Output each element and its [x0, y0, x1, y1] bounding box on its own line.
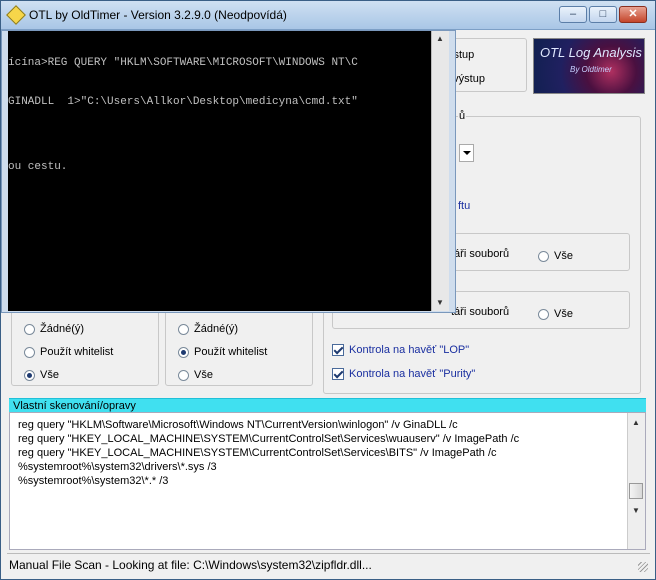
cmd-console-window[interactable]: ícína>REG QUERY "HKLM\SOFTWARE\MICROSOFT…: [1, 30, 456, 313]
radio-circle-selected[interactable]: [24, 369, 35, 381]
radio-circle[interactable]: [24, 323, 35, 335]
radio-circle[interactable]: [538, 308, 549, 320]
title-bar[interactable]: OTL by OldTimer - Version 3.2.9.0 (Neodp…: [1, 1, 655, 30]
radio-label: Vše: [554, 308, 573, 320]
cmd-scrollbar[interactable]: ▲ ▼: [431, 31, 449, 311]
radio-circle[interactable]: [178, 323, 189, 335]
radio-label: Použít whitelist: [40, 346, 114, 358]
radio-circle[interactable]: [178, 369, 189, 381]
radio-label: Vše: [554, 250, 573, 262]
minimize-button[interactable]: –: [559, 6, 587, 23]
checkbox-box[interactable]: [332, 368, 344, 380]
radio-circle[interactable]: [24, 346, 35, 358]
radio-label: Vše: [194, 369, 213, 381]
file-row-1-label: táři souborů: [451, 248, 510, 260]
resize-grip-icon[interactable]: [638, 562, 648, 572]
radio-circle[interactable]: [538, 250, 549, 262]
mid-none-radio[interactable]: Žádné(ý): [178, 321, 238, 337]
cmd-line: ícína>REG QUERY "HKLM\SOFTWARE\MICROSOFT…: [8, 57, 358, 69]
cmd-line: ou cestu.: [8, 161, 68, 173]
checkbox-box[interactable]: [332, 344, 344, 356]
radio-label: Použít whitelist: [194, 346, 268, 358]
scroll-down-icon[interactable]: ▼: [630, 505, 642, 517]
maximize-button[interactable]: □: [589, 6, 617, 23]
cmd-line: GINADLL 1>"C:\Users\Allkor\Desktop\medic…: [8, 96, 358, 108]
custom-line: reg query "HKEY_LOCAL_MACHINE\SYSTEM\Cur…: [18, 447, 497, 459]
purity-label: Kontrola na havěť "Purity": [349, 368, 476, 380]
link-fragment[interactable]: ftu: [458, 200, 470, 212]
otl-app-icon: [6, 5, 26, 25]
left-none-radio[interactable]: Žádné(ý): [24, 321, 84, 337]
custom-line: %systemroot%\system32\*.* /3: [18, 475, 169, 487]
status-bar: Manual File Scan - Looking at file: C:\W…: [7, 553, 650, 574]
custom-scans-textarea[interactable]: reg query "HKLM\Software\Microsoft\Windo…: [9, 412, 646, 550]
scroll-up-icon[interactable]: ▲: [434, 33, 446, 45]
close-button[interactable]: ✕: [619, 6, 647, 23]
left-all-radio[interactable]: Vše: [24, 367, 59, 383]
status-text: Manual File Scan - Looking at file: C:\W…: [9, 558, 372, 572]
scroll-thumb[interactable]: [629, 483, 643, 499]
radio-circle-selected[interactable]: [178, 346, 189, 358]
custom-scrollbar[interactable]: ▲ ▼: [627, 413, 645, 549]
right-group-label: ů: [458, 110, 467, 122]
mid-all-radio[interactable]: Vše: [178, 367, 213, 383]
otl-log-analysis-logo[interactable]: OTL Log Analysis By Oldtimer: [533, 38, 645, 94]
window-title: OTL by OldTimer - Version 3.2.9.0 (Neodp…: [29, 8, 287, 22]
otl-window: OTL by OldTimer - Version 3.2.9.0 (Neodp…: [0, 0, 656, 580]
cmd-console-output: ícína>REG QUERY "HKLM\SOFTWARE\MICROSOFT…: [8, 31, 431, 311]
logo-subtitle: By Oldtimer: [570, 65, 612, 74]
output-group: ýstup ' výstup: [447, 38, 527, 92]
scroll-up-icon[interactable]: ▲: [630, 417, 642, 429]
custom-line: %systemroot%\system32\drivers\*.sys /3: [18, 461, 217, 473]
file-row-2-label: táři souborů: [451, 306, 510, 318]
lop-checkbox[interactable]: Kontrola na havěť "LOP": [332, 342, 469, 358]
left-whitelist-radio[interactable]: Použít whitelist: [24, 344, 113, 360]
combo-dropdown-arrow[interactable]: [459, 144, 474, 162]
custom-line: reg query "HKEY_LOCAL_MACHINE\SYSTEM\Cur…: [18, 433, 520, 445]
radio-label: Žádné(ý): [194, 323, 239, 335]
purity-checkbox[interactable]: Kontrola na havěť "Purity": [332, 366, 475, 382]
mid-whitelist-radio[interactable]: Použít whitelist: [178, 344, 267, 360]
scroll-down-icon[interactable]: ▼: [434, 297, 446, 309]
custom-scans-title: Vlastní skenování/opravy: [13, 400, 136, 412]
custom-scans-header: Vlastní skenování/opravy: [9, 398, 646, 413]
file-row-1-all-radio[interactable]: Vše: [538, 248, 573, 264]
lop-label: Kontrola na havěť "LOP": [349, 344, 470, 356]
logo-title: OTL Log Analysis: [540, 45, 642, 60]
radio-label: Žádné(ý): [40, 323, 85, 335]
custom-line: reg query "HKLM\Software\Microsoft\Windo…: [18, 419, 458, 431]
file-row-2-all-radio[interactable]: Vše: [538, 306, 573, 322]
radio-label: Vše: [40, 369, 59, 381]
